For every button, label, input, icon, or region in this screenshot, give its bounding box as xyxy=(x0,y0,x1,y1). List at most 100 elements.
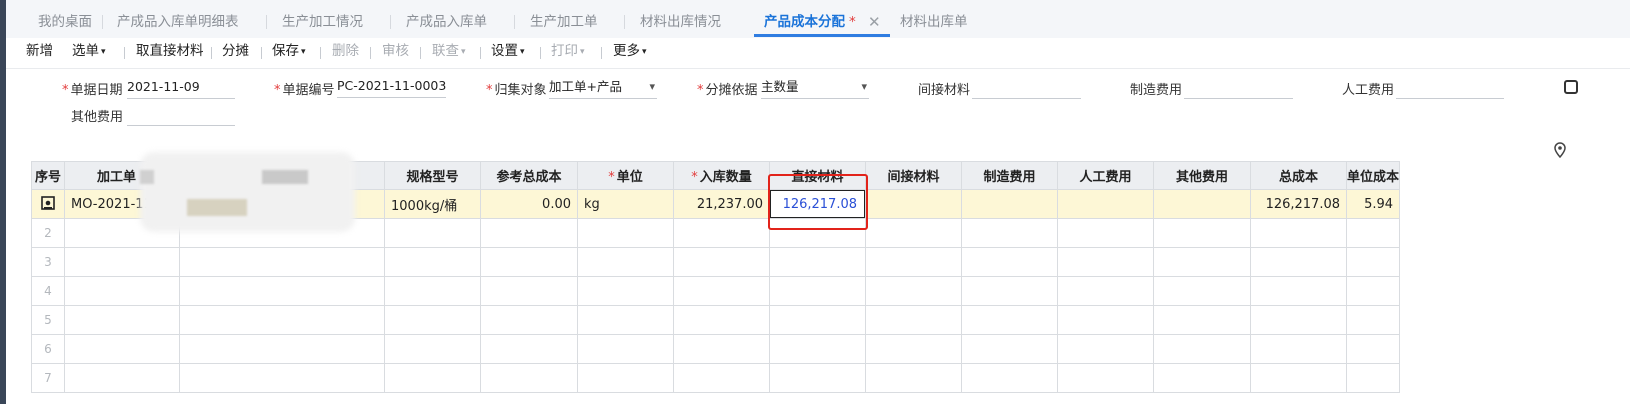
other-cost-cell[interactable] xyxy=(1153,334,1251,364)
indirect-material-cell[interactable] xyxy=(865,334,962,364)
indirect-material-cell[interactable] xyxy=(865,363,962,393)
close-icon[interactable]: ✕ xyxy=(868,0,881,38)
mfg-cost-cell[interactable] xyxy=(961,218,1058,248)
unit-cell[interactable] xyxy=(577,305,674,335)
col-ref-cost-header[interactable]: 参考总成本 xyxy=(480,161,578,190)
collect-object-select[interactable]: 加工单+产品 ▾ xyxy=(549,78,657,99)
labor-cost-cell[interactable] xyxy=(1057,218,1154,248)
mfg-cost-cell[interactable] xyxy=(961,334,1058,364)
unit-cost-cell[interactable] xyxy=(1345,247,1401,277)
tab-product-cost-allocation[interactable]: 产品成本分配 * xyxy=(764,0,856,38)
col-unit-header[interactable]: * 单位 xyxy=(577,161,674,190)
product-cell[interactable] xyxy=(179,305,385,335)
ref-cost-cell[interactable] xyxy=(480,276,578,306)
labor-cost-cell[interactable] xyxy=(1057,334,1154,364)
spec-cell[interactable] xyxy=(384,276,481,306)
ref-cost-cell[interactable] xyxy=(480,363,578,393)
total-cost-cell[interactable] xyxy=(1250,363,1347,393)
unit-cell[interactable] xyxy=(577,334,674,364)
product-cell[interactable] xyxy=(179,334,385,364)
other-cost-cell[interactable] xyxy=(1153,189,1251,219)
work-order-cell[interactable] xyxy=(64,247,180,277)
indirect-material-cell[interactable] xyxy=(865,276,962,306)
direct-material-cell[interactable] xyxy=(769,363,866,393)
col-indirect-material-header[interactable]: 间接材料 xyxy=(865,161,962,190)
total-cost-cell[interactable] xyxy=(1250,305,1347,335)
work-order-cell[interactable] xyxy=(64,363,180,393)
indirect-material-field[interactable] xyxy=(972,78,1081,99)
labor-cost-field[interactable] xyxy=(1396,78,1504,99)
unit-cost-cell[interactable] xyxy=(1345,276,1401,306)
mfg-cost-cell[interactable] xyxy=(961,189,1058,219)
total-cost-cell[interactable]: 126,217.08 xyxy=(1250,189,1347,219)
location-pin-icon[interactable] xyxy=(1553,142,1567,162)
total-cost-cell[interactable] xyxy=(1250,218,1347,248)
col-labor-cost-header[interactable]: 人工费用 xyxy=(1057,161,1154,190)
other-cost-cell[interactable] xyxy=(1153,218,1251,248)
indirect-material-cell[interactable] xyxy=(865,218,962,248)
labor-cost-cell[interactable] xyxy=(1057,363,1154,393)
unit-cost-cell[interactable]: 5.94 xyxy=(1345,189,1401,219)
tab-production-status[interactable]: 生产加工情况 xyxy=(282,0,363,38)
spec-cell[interactable]: 1000kg/桶 xyxy=(384,189,481,219)
indirect-material-cell[interactable] xyxy=(865,247,962,277)
labor-cost-cell[interactable] xyxy=(1057,189,1154,219)
col-mfg-cost-header[interactable]: 制造费用 xyxy=(961,161,1058,190)
other-cost-cell[interactable] xyxy=(1153,305,1251,335)
spec-cell[interactable] xyxy=(384,247,481,277)
other-cost-field[interactable] xyxy=(127,105,235,126)
labor-cost-cell[interactable] xyxy=(1057,247,1154,277)
ref-cost-cell[interactable] xyxy=(480,305,578,335)
unit-cell[interactable] xyxy=(577,363,674,393)
mfg-cost-cell[interactable] xyxy=(961,305,1058,335)
spec-cell[interactable] xyxy=(384,305,481,335)
table-row[interactable]: 3 xyxy=(31,247,1401,277)
ref-cost-cell[interactable] xyxy=(480,334,578,364)
delete-button[interactable]: 删除 xyxy=(332,38,359,68)
unit-cell[interactable] xyxy=(577,218,674,248)
unit-cell[interactable] xyxy=(577,276,674,306)
more-menu-button[interactable]: 更多 ▾ xyxy=(613,38,647,68)
allocation-basis-select[interactable]: 主数量 ▾ xyxy=(761,78,869,99)
mfg-cost-cell[interactable] xyxy=(961,363,1058,393)
in-qty-cell[interactable] xyxy=(673,276,770,306)
product-cell[interactable] xyxy=(179,363,385,393)
total-cost-cell[interactable] xyxy=(1250,276,1347,306)
table-row[interactable]: 6 xyxy=(31,334,1401,364)
indirect-material-cell[interactable] xyxy=(865,189,962,219)
in-qty-cell[interactable] xyxy=(673,305,770,335)
allocate-button[interactable]: 分摊 xyxy=(222,38,249,68)
ref-cost-cell[interactable]: 0.00 xyxy=(480,189,578,219)
tab-material-issue[interactable]: 材料出库单 xyxy=(900,0,968,38)
direct-material-cell[interactable] xyxy=(769,334,866,364)
col-spec-header[interactable]: 规格型号 xyxy=(384,161,481,190)
table-row[interactable]: 5 xyxy=(31,305,1401,335)
date-field[interactable]: 2021-11-09 xyxy=(127,78,235,99)
manufacturing-cost-field[interactable] xyxy=(1184,78,1293,99)
unit-cost-cell[interactable] xyxy=(1345,334,1401,364)
other-cost-cell[interactable] xyxy=(1153,276,1251,306)
in-qty-cell[interactable] xyxy=(673,334,770,364)
mfg-cost-cell[interactable] xyxy=(961,247,1058,277)
total-cost-cell[interactable] xyxy=(1250,334,1347,364)
spec-cell[interactable] xyxy=(384,218,481,248)
col-in-qty-header[interactable]: * 入库数量 xyxy=(673,161,770,190)
table-row[interactable]: 4 xyxy=(31,276,1401,306)
unit-cost-cell[interactable] xyxy=(1345,363,1401,393)
work-order-cell[interactable] xyxy=(64,305,180,335)
unit-cell[interactable]: kg xyxy=(577,189,674,219)
other-cost-cell[interactable] xyxy=(1153,363,1251,393)
unit-cost-cell[interactable] xyxy=(1345,305,1401,335)
direct-material-cell[interactable] xyxy=(769,276,866,306)
product-cell[interactable] xyxy=(179,247,385,277)
print-menu-button[interactable]: 打印 ▾ xyxy=(551,38,585,68)
tab-finished-goods-receipt[interactable]: 产成品入库单 xyxy=(406,0,487,38)
indirect-material-cell[interactable] xyxy=(865,305,962,335)
work-order-cell[interactable] xyxy=(64,334,180,364)
unit-cost-cell[interactable] xyxy=(1345,218,1401,248)
product-cell[interactable] xyxy=(179,276,385,306)
table-row[interactable]: 7 xyxy=(31,363,1401,393)
new-button[interactable]: 新增 xyxy=(26,38,53,68)
camera-icon[interactable] xyxy=(1564,80,1578,94)
select-menu-button[interactable]: 选单 ▾ xyxy=(72,38,106,68)
